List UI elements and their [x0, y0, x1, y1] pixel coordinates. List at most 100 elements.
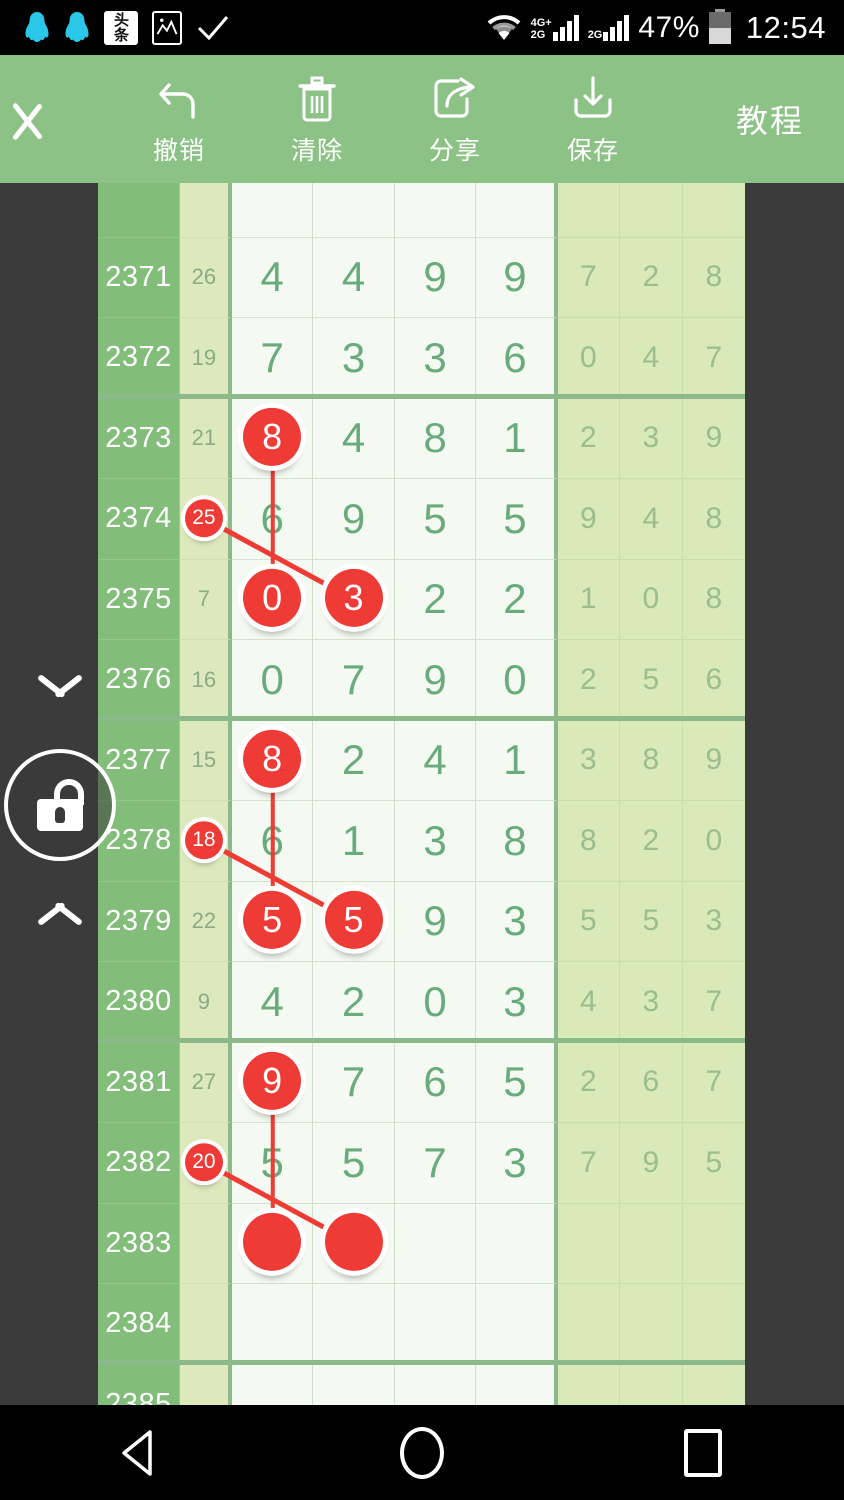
main-digit-cell[interactable]: 8: [394, 398, 477, 479]
nav-home-button[interactable]: [362, 1405, 482, 1500]
main-digit-cell[interactable]: 0: [231, 559, 314, 640]
side-digit-cell[interactable]: [682, 1364, 746, 1405]
row-sum-cell[interactable]: 20: [179, 1123, 232, 1204]
side-digit-cell[interactable]: 0: [620, 559, 683, 640]
main-digit-cell[interactable]: 9: [394, 881, 477, 962]
table-row[interactable]: 2378 18 6 1 3 8 8 2 0: [98, 801, 746, 882]
side-digit-cell[interactable]: 7: [682, 962, 746, 1043]
side-digit-cell[interactable]: 3: [682, 881, 746, 962]
main-digit-cell[interactable]: 4: [313, 237, 395, 318]
side-digit-cell[interactable]: 1: [557, 559, 621, 640]
nav-recents-button[interactable]: [643, 1405, 763, 1500]
side-digit-cell[interactable]: 0: [557, 318, 621, 399]
row-sum-cell[interactable]: 18: [179, 801, 232, 882]
main-digit-cell[interactable]: [476, 1203, 558, 1284]
main-digit-cell[interactable]: 4: [231, 962, 314, 1043]
row-sum-cell[interactable]: 9: [179, 962, 232, 1043]
row-id-cell[interactable]: 2380: [98, 962, 180, 1043]
main-digit-cell[interactable]: 1: [476, 398, 558, 479]
side-digit-cell[interactable]: [620, 1364, 683, 1405]
main-digit-cell[interactable]: 3: [313, 318, 395, 399]
side-digit-cell[interactable]: 2: [557, 398, 621, 479]
table-row[interactable]: 2380 9 4 2 0 3 4 3 7: [98, 962, 746, 1043]
row-id-cell[interactable]: 2385: [98, 1364, 180, 1405]
sum-marker[interactable]: 20: [184, 1142, 223, 1181]
main-digit-cell[interactable]: [231, 1203, 314, 1284]
side-digit-cell[interactable]: 5: [682, 1123, 746, 1204]
table-row[interactable]: 2373 21 8 4 8 1 2 3 9: [98, 398, 746, 479]
main-digit-cell[interactable]: 3: [476, 962, 558, 1043]
side-digit-cell[interactable]: 0: [682, 801, 746, 882]
main-digit-cell[interactable]: 0: [231, 640, 314, 721]
main-digit-cell[interactable]: 5: [476, 479, 558, 560]
side-digit-cell[interactable]: 3: [620, 398, 683, 479]
side-digit-cell[interactable]: [557, 1284, 621, 1365]
main-digit-cell[interactable]: 9: [313, 479, 395, 560]
side-digit-cell[interactable]: 8: [557, 801, 621, 882]
row-sum-cell[interactable]: 22: [179, 881, 232, 962]
row-id-cell[interactable]: 2373: [98, 398, 180, 479]
side-digit-cell[interactable]: 7: [557, 237, 621, 318]
nav-back-button[interactable]: [81, 1405, 201, 1500]
main-digit-cell[interactable]: 8: [231, 398, 314, 479]
side-digit-cell[interactable]: 8: [682, 237, 746, 318]
row-sum-cell[interactable]: 16: [179, 640, 232, 721]
main-digit-cell[interactable]: 8: [476, 801, 558, 882]
main-digit-cell[interactable]: 2: [476, 559, 558, 640]
main-digit-cell[interactable]: 9: [231, 1042, 314, 1123]
lock-control[interactable]: [4, 690, 116, 920]
main-digit-cell[interactable]: 9: [394, 237, 477, 318]
side-digit-cell[interactable]: 6: [620, 1042, 683, 1123]
side-digit-cell[interactable]: 8: [620, 720, 683, 801]
main-digit-cell[interactable]: 7: [313, 640, 395, 721]
main-digit-cell[interactable]: 3: [394, 801, 477, 882]
main-digit-cell[interactable]: [313, 1203, 395, 1284]
side-digit-cell[interactable]: 2: [620, 237, 683, 318]
side-digit-cell[interactable]: 7: [682, 318, 746, 399]
side-digit-cell[interactable]: [557, 1203, 621, 1284]
table-row[interactable]: 2382 20 5 5 7 3 7 9 5: [98, 1123, 746, 1204]
main-digit-cell[interactable]: 0: [476, 640, 558, 721]
undo-button[interactable]: 撤销: [110, 55, 248, 183]
main-digit-cell[interactable]: 9: [394, 640, 477, 721]
digit-marker[interactable]: [243, 1213, 302, 1272]
row-sum-cell[interactable]: [179, 1203, 232, 1284]
row-id-cell[interactable]: 2372: [98, 318, 180, 399]
row-id-cell[interactable]: 2384: [98, 1284, 180, 1365]
digit-marker[interactable]: 9: [243, 1052, 302, 1111]
row-sum-cell[interactable]: [179, 1364, 232, 1405]
main-digit-cell[interactable]: 7: [313, 1042, 395, 1123]
row-sum-cell[interactable]: 21: [179, 398, 232, 479]
side-digit-cell[interactable]: 5: [620, 640, 683, 721]
side-digit-cell[interactable]: 6: [682, 640, 746, 721]
main-digit-cell[interactable]: 5: [231, 881, 314, 962]
main-digit-cell[interactable]: 3: [313, 559, 395, 640]
back-button[interactable]: [0, 55, 110, 183]
main-digit-cell[interactable]: 8: [231, 720, 314, 801]
digit-marker[interactable]: [324, 1213, 383, 1272]
main-digit-cell[interactable]: 2: [313, 720, 395, 801]
main-digit-cell[interactable]: 5: [313, 1123, 395, 1204]
row-sum-cell[interactable]: 26: [179, 237, 232, 318]
side-digit-cell[interactable]: 2: [557, 640, 621, 721]
main-digit-cell[interactable]: 2: [394, 559, 477, 640]
table-row[interactable]: 2371 26 4 4 9 9 7 2 8: [98, 237, 746, 318]
sum-marker[interactable]: 25: [184, 498, 223, 537]
main-digit-cell[interactable]: 3: [394, 318, 477, 399]
row-sum-cell[interactable]: 15: [179, 720, 232, 801]
main-digit-cell[interactable]: 5: [313, 881, 395, 962]
row-id-cell[interactable]: 2381: [98, 1042, 180, 1123]
main-digit-cell[interactable]: [476, 1284, 558, 1365]
side-digit-cell[interactable]: 9: [682, 720, 746, 801]
main-digit-cell[interactable]: 3: [476, 881, 558, 962]
side-digit-cell[interactable]: 9: [557, 479, 621, 560]
main-digit-cell[interactable]: [231, 1284, 314, 1365]
side-digit-cell[interactable]: 8: [682, 479, 746, 560]
row-id-cell[interactable]: 2375: [98, 559, 180, 640]
lock-toggle-button[interactable]: [4, 749, 116, 861]
save-button[interactable]: 保存: [524, 55, 662, 183]
main-digit-cell[interactable]: 6: [476, 318, 558, 399]
side-digit-cell[interactable]: 8: [682, 559, 746, 640]
side-digit-cell[interactable]: [557, 1364, 621, 1405]
table-row[interactable]: 2383: [98, 1203, 746, 1284]
